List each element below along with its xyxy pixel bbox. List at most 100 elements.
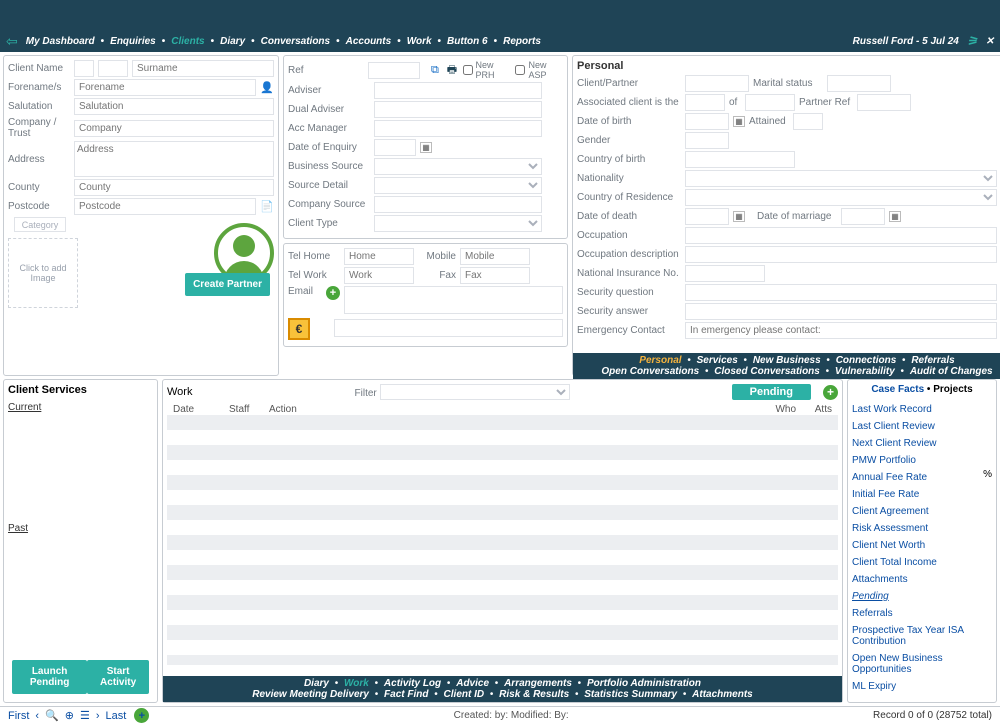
add-record-icon[interactable]: +: [134, 708, 149, 723]
new-asp-check[interactable]: New ASP: [515, 60, 563, 80]
add-work-icon[interactable]: +: [823, 385, 838, 400]
wtab-diary[interactable]: Diary: [301, 678, 332, 689]
zoom-icon[interactable]: ⊕: [65, 709, 74, 722]
company-input[interactable]: [74, 120, 274, 137]
first-record[interactable]: First: [8, 710, 29, 722]
wtab-portfolio[interactable]: Portfolio Administration: [584, 678, 704, 689]
salutation-input[interactable]: [74, 98, 274, 115]
adviser-input[interactable]: [374, 82, 542, 99]
tab-services[interactable]: Services: [694, 355, 741, 366]
cor-select[interactable]: [685, 189, 997, 206]
signal-icon[interactable]: ⚞: [967, 34, 978, 48]
dual-adviser-input[interactable]: [374, 101, 542, 118]
email-input[interactable]: [344, 286, 563, 314]
fact-link[interactable]: Risk Assessment: [852, 520, 992, 537]
currency-icon[interactable]: €: [288, 318, 310, 340]
tab-audit[interactable]: Audit of Changes: [907, 366, 996, 377]
fact-link[interactable]: PMW Portfolio: [852, 452, 992, 469]
dob-input[interactable]: [685, 113, 729, 130]
menu-my-dashboard[interactable]: My Dashboard: [22, 36, 99, 47]
calendar-icon[interactable]: ▦: [420, 142, 432, 153]
create-partner-button[interactable]: Create Partner: [185, 273, 270, 296]
tab-newbusiness[interactable]: New Business: [750, 355, 824, 366]
tab-connections[interactable]: Connections: [833, 355, 900, 366]
fact-link[interactable]: Client Total Income: [852, 554, 992, 571]
next-icon[interactable]: ›: [96, 710, 100, 722]
tab-referrals[interactable]: Referrals: [908, 355, 957, 366]
nino-input[interactable]: [685, 265, 765, 282]
ref-input[interactable]: [368, 62, 420, 79]
menu-conversations[interactable]: Conversations: [257, 36, 334, 47]
telwork-input[interactable]: [344, 267, 414, 284]
wtab-work[interactable]: Work: [341, 678, 372, 689]
wtab-advice[interactable]: Advice: [453, 678, 492, 689]
emc-input[interactable]: [685, 322, 997, 339]
wtab-review[interactable]: Review Meeting Delivery: [249, 689, 372, 700]
ms-input[interactable]: [827, 75, 891, 92]
menu-enquiries[interactable]: Enquiries: [106, 36, 160, 47]
address-input[interactable]: [74, 141, 274, 177]
menu-reports[interactable]: Reports: [499, 36, 545, 47]
dod-input[interactable]: [685, 208, 729, 225]
fact-link[interactable]: Attachments: [852, 571, 992, 588]
notes-input[interactable]: [334, 319, 563, 337]
attained-input[interactable]: [793, 113, 823, 130]
nat-select[interactable]: [685, 170, 997, 187]
launch-pending-button[interactable]: Launch Pending: [12, 660, 87, 694]
fact-link[interactable]: Client Net Worth: [852, 537, 992, 554]
user-icon[interactable]: 👤: [260, 81, 274, 95]
menu-button6[interactable]: Button 6: [443, 36, 492, 47]
telhome-input[interactable]: [344, 248, 414, 265]
fact-link-pending[interactable]: Pending: [852, 588, 992, 605]
copy-icon[interactable]: ⧉: [428, 63, 441, 77]
fact-link[interactable]: Annual Fee Rate: [852, 469, 983, 486]
print-icon[interactable]: 🖶: [445, 63, 458, 77]
surname-input[interactable]: [132, 60, 274, 77]
csource-input[interactable]: [374, 196, 542, 213]
county-input[interactable]: [74, 179, 274, 196]
initials-input[interactable]: [98, 60, 128, 77]
filter-select[interactable]: [380, 384, 570, 400]
fact-link[interactable]: Prospective Tax Year ISA Contribution: [852, 622, 992, 650]
fact-link[interactable]: Initial Fee Rate: [852, 486, 992, 503]
secq-input[interactable]: [685, 284, 997, 301]
tab-open-conv[interactable]: Open Conversations: [598, 366, 702, 377]
menu-work[interactable]: Work: [403, 36, 436, 47]
prev-icon[interactable]: ‹: [35, 710, 39, 722]
menu-clients[interactable]: Clients: [167, 36, 208, 47]
wtab-activity[interactable]: Activity Log: [381, 678, 444, 689]
pending-button[interactable]: Pending: [732, 384, 811, 400]
image-drop[interactable]: Click to add Image: [8, 238, 78, 308]
fact-link[interactable]: Client Agreement: [852, 503, 992, 520]
sdetail-select[interactable]: [374, 177, 542, 194]
cob-input[interactable]: [685, 151, 795, 168]
wtab-factfind[interactable]: Fact Find: [381, 689, 431, 700]
fax-input[interactable]: [460, 267, 530, 284]
fact-link[interactable]: Last Client Review: [852, 418, 992, 435]
menu-accounts[interactable]: Accounts: [342, 36, 396, 47]
document-icon[interactable]: 📄: [260, 200, 274, 214]
pref-input[interactable]: [857, 94, 911, 111]
tab-personal[interactable]: Personal: [636, 355, 684, 366]
wtab-stats[interactable]: Statistics Summary: [581, 689, 680, 700]
mobile-input[interactable]: [460, 248, 530, 265]
seca-input[interactable]: [685, 303, 997, 320]
fact-link[interactable]: Next Client Review: [852, 435, 992, 452]
calendar-icon[interactable]: ▦: [889, 211, 901, 222]
occd-input[interactable]: [685, 246, 997, 263]
wtab-arrangements[interactable]: Arrangements: [501, 678, 575, 689]
title-input[interactable]: [74, 60, 94, 77]
work-list[interactable]: [167, 415, 838, 665]
tab-vulnerability[interactable]: Vulnerability: [832, 366, 898, 377]
acc-manager-input[interactable]: [374, 120, 542, 137]
fact-link[interactable]: Referrals: [852, 605, 992, 622]
wtab-attachments[interactable]: Attachments: [689, 689, 756, 700]
start-activity-button[interactable]: Start Activity: [87, 660, 149, 694]
tab-closed-conv[interactable]: Closed Conversations: [711, 366, 823, 377]
list-icon[interactable]: ☰: [80, 709, 90, 722]
wtab-risk[interactable]: Risk & Results: [496, 689, 572, 700]
assoc-of-input[interactable]: [745, 94, 795, 111]
dom-input[interactable]: [841, 208, 885, 225]
projects-tab[interactable]: Projects: [933, 384, 972, 395]
close-icon[interactable]: ✕: [986, 36, 994, 47]
